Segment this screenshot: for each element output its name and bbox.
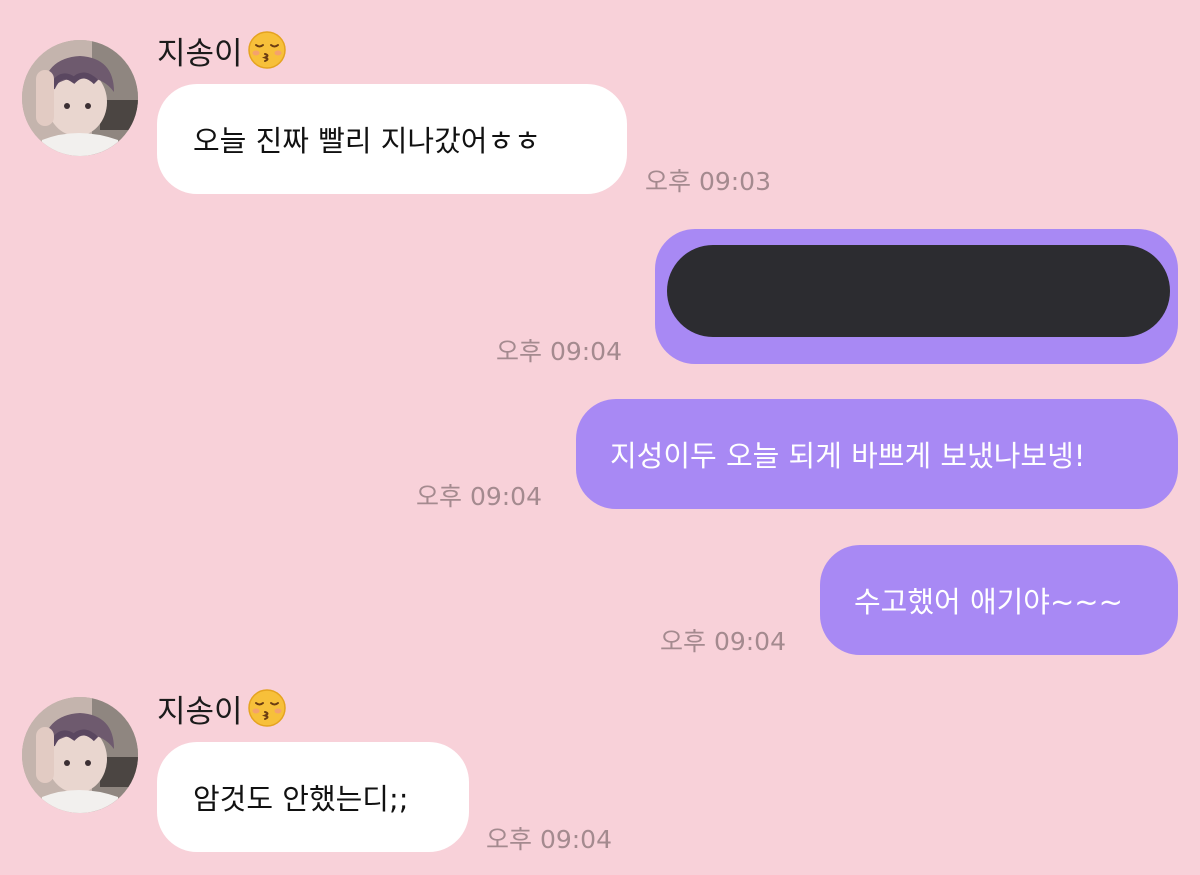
sender-avatar[interactable] — [22, 697, 138, 813]
sender-name: 지송이 — [157, 693, 243, 730]
message-timestamp: 오후 09:04 — [416, 482, 542, 511]
avatar-photo — [22, 40, 138, 156]
redaction-block — [667, 245, 1170, 337]
message-text: 오늘 진짜 빨리 지나갔어ㅎㅎ — [193, 124, 541, 158]
sender-name-row: 지송이 — [157, 28, 287, 72]
kissing-closed-eyes-emoji-icon — [247, 688, 287, 728]
sender-name-row: 지송이 — [157, 686, 287, 730]
message-timestamp: 오후 09:04 — [496, 337, 622, 366]
message-bubble-incoming[interactable]: 오늘 진짜 빨리 지나갔어ㅎㅎ — [157, 84, 627, 194]
message-bubble-outgoing[interactable]: 수고했어 애기야~~~ — [820, 545, 1178, 655]
message-text: 암것도 안했는디;; — [193, 782, 409, 816]
message-bubble-outgoing[interactable]: 지성이두 오늘 되게 바쁘게 보냈나보넹! — [576, 399, 1178, 509]
avatar-photo — [22, 697, 138, 813]
message-text: 수고했어 애기야~~~ — [854, 585, 1123, 619]
sender-avatar[interactable] — [22, 40, 138, 156]
message-timestamp: 오후 09:04 — [486, 825, 612, 854]
kissing-closed-eyes-emoji-icon — [247, 30, 287, 70]
message-text: 지성이두 오늘 되게 바쁘게 보냈나보넹! — [610, 439, 1086, 473]
sender-name: 지송이 — [157, 35, 243, 72]
message-timestamp: 오후 09:04 — [660, 627, 786, 656]
message-bubble-incoming[interactable]: 암것도 안했는디;; — [157, 742, 469, 852]
message-timestamp: 오후 09:03 — [645, 167, 771, 196]
message-bubble-outgoing-redacted[interactable] — [655, 229, 1178, 364]
